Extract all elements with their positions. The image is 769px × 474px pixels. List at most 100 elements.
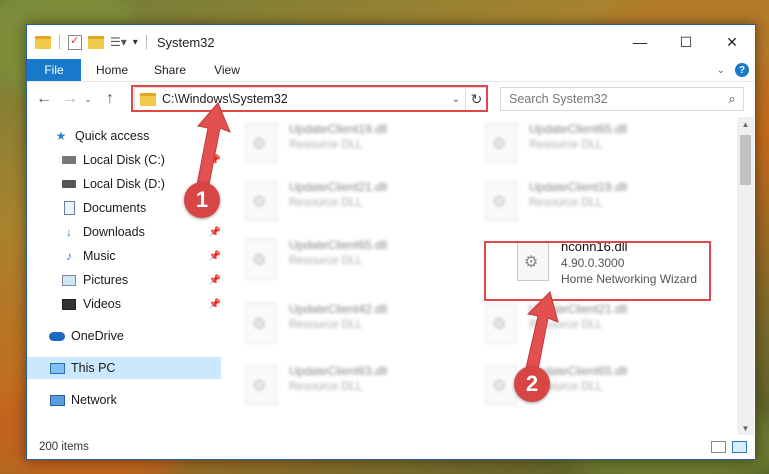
pin-icon[interactable]: 📌 — [209, 227, 221, 238]
document-icon — [61, 201, 77, 215]
search-icon[interactable]: ⌕ — [721, 91, 743, 107]
title-bar: ☰▾ ▾ System32 — ☐ ✕ — [27, 25, 755, 59]
search-input[interactable] — [509, 92, 721, 106]
dll-file-icon — [245, 303, 277, 343]
toolbar-separator — [59, 35, 60, 49]
dll-file-icon — [485, 181, 517, 221]
tiles-view-icon[interactable] — [732, 441, 747, 453]
scroll-down-icon[interactable]: ▼ — [737, 421, 754, 435]
file-name: UpdateClient21.dll — [289, 180, 388, 194]
details-view-icon[interactable] — [711, 441, 726, 453]
sidebar-item-label: This PC — [71, 361, 116, 375]
step-badge-2: 2 — [514, 366, 550, 402]
properties-icon[interactable] — [68, 34, 82, 50]
download-icon: ↓ — [66, 225, 72, 239]
file-highlight — [484, 241, 711, 301]
sidebar-item-label: Music — [83, 249, 116, 263]
sidebar-item-pictures[interactable]: Pictures 📌 — [27, 269, 221, 291]
new-folder-icon[interactable] — [88, 35, 104, 49]
tab-file[interactable]: File — [27, 59, 81, 81]
file-item[interactable]: UpdateClient21.dll Resource DLL — [485, 301, 705, 351]
file-name: UpdateClient65.dll — [529, 122, 628, 136]
drive-icon — [61, 153, 77, 167]
dll-file-icon — [245, 181, 277, 221]
file-item[interactable]: UpdateClient19.dll Resource DLL — [245, 121, 465, 171]
expand-ribbon-icon[interactable]: ⌄ — [717, 65, 725, 76]
scroll-up-icon[interactable]: ▲ — [737, 117, 754, 131]
sidebar-item-quick-access[interactable]: ★ Quick access — [27, 125, 221, 147]
file-description: Resource DLL — [529, 319, 603, 331]
pin-icon[interactable]: 📌 — [209, 155, 221, 166]
status-bar: 200 items — [27, 435, 755, 459]
sidebar-item-label: Videos — [83, 297, 121, 311]
sidebar-item-downloads[interactable]: ↓ Downloads 📌 — [27, 221, 221, 243]
vertical-scrollbar[interactable]: ▲ ▼ — [737, 117, 754, 435]
file-name: UpdateClient21.dll — [529, 302, 628, 316]
star-icon: ★ — [55, 129, 67, 143]
file-name: UpdateClient65.dll — [289, 238, 388, 252]
view-toggle — [711, 441, 747, 453]
file-name: UpdateClient19.dll — [289, 122, 388, 136]
scroll-thumb[interactable] — [740, 135, 751, 185]
video-icon — [61, 297, 77, 311]
network-icon — [49, 393, 65, 407]
tab-share[interactable]: Share — [143, 59, 197, 81]
toolbar-separator — [145, 35, 147, 49]
file-item[interactable]: UpdateClient63.dll Resource DLL — [245, 363, 465, 413]
sidebar-item-label: Local Disk (D:) — [83, 177, 165, 191]
file-item[interactable]: UpdateClient65.dll Resource DLL — [485, 121, 705, 171]
file-item[interactable]: UpdateClient19.dll Resource DLL — [485, 179, 705, 229]
quick-access-toolbar: ☰▾ ▾ — [27, 34, 149, 50]
file-description: Resource DLL — [289, 197, 363, 209]
back-arrow-icon[interactable]: ← — [33, 88, 55, 110]
customize-toolbar-icon[interactable]: ☰▾ — [110, 35, 127, 49]
file-item[interactable]: UpdateClient42.dll Resource DLL — [245, 301, 465, 351]
forward-arrow-icon[interactable]: → — [59, 88, 81, 110]
file-name: UpdateClient42.dll — [289, 302, 388, 316]
dll-file-icon — [485, 303, 517, 343]
picture-icon — [61, 273, 77, 287]
sidebar-item-label: OneDrive — [71, 329, 124, 343]
dll-file-icon — [485, 123, 517, 163]
sidebar-item-local-disk-c[interactable]: Local Disk (C:) 📌 — [27, 149, 221, 171]
window-title: System32 — [156, 34, 215, 50]
sidebar-item-network[interactable]: Network — [27, 389, 221, 411]
navigation-pane: ★ Quick access Local Disk (C:) 📌 Local D… — [27, 117, 227, 435]
file-description: Resource DLL — [289, 319, 363, 331]
sidebar-item-music[interactable]: ♪ Music 📌 — [27, 245, 221, 267]
sidebar-item-this-pc[interactable]: This PC — [27, 357, 221, 379]
folder-icon — [35, 35, 51, 49]
dll-file-icon — [245, 239, 277, 279]
sidebar-item-label: Network — [71, 393, 117, 407]
up-arrow-icon[interactable]: ↑ — [99, 88, 121, 110]
sidebar-item-onedrive[interactable]: OneDrive — [27, 325, 221, 347]
dll-file-icon — [245, 365, 277, 405]
window-controls: — ☐ ✕ — [617, 25, 755, 59]
pin-icon[interactable]: 📌 — [209, 299, 221, 310]
pin-icon[interactable]: 📌 — [209, 275, 221, 286]
search-box[interactable]: ⌕ — [500, 87, 744, 111]
chevron-down-icon[interactable]: ▾ — [133, 37, 138, 48]
drive-icon — [61, 177, 77, 191]
help-icon[interactable]: ? — [735, 63, 749, 77]
dll-file-icon — [485, 365, 517, 405]
address-bar-highlight — [131, 85, 488, 112]
sidebar-item-label: Pictures — [83, 273, 129, 287]
file-item[interactable]: UpdateClient65.dll Resource DLL — [245, 237, 465, 287]
file-description: Resource DLL — [289, 255, 363, 267]
computer-icon — [49, 361, 65, 375]
maximize-button[interactable]: ☐ — [663, 25, 709, 59]
file-item[interactable]: UpdateClient21.dll Resource DLL — [245, 179, 465, 229]
recent-locations-chevron-icon[interactable]: ⌄ — [81, 88, 95, 110]
music-note-icon: ♪ — [66, 249, 72, 263]
item-count: 200 items — [39, 441, 89, 453]
file-description: Resource DLL — [289, 381, 363, 393]
tab-view[interactable]: View — [197, 59, 257, 81]
file-name: UpdateClient63.dll — [289, 364, 388, 378]
file-description: Resource DLL — [529, 139, 603, 151]
minimize-button[interactable]: — — [617, 25, 663, 59]
tab-home[interactable]: Home — [81, 59, 143, 81]
pin-icon[interactable]: 📌 — [209, 251, 221, 262]
sidebar-item-videos[interactable]: Videos 📌 — [27, 293, 221, 315]
close-button[interactable]: ✕ — [709, 25, 755, 59]
